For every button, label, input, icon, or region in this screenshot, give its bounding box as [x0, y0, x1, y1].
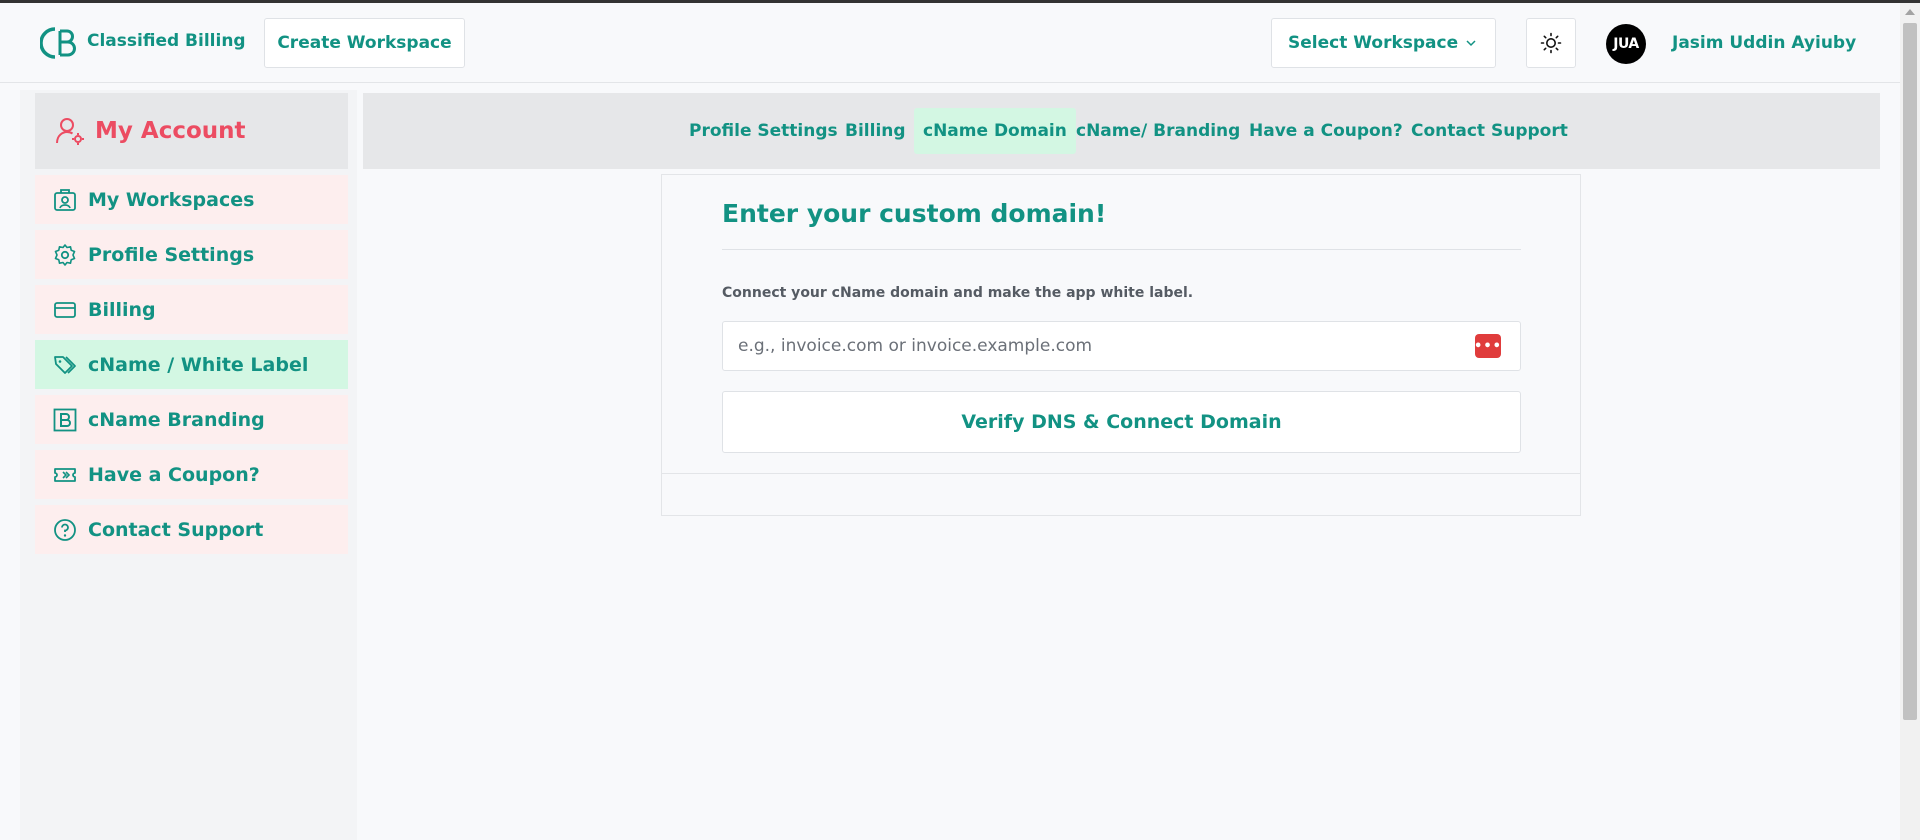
sidebar: My Account My Workspaces Profile Setting… — [20, 90, 357, 840]
credit-card-icon — [53, 298, 77, 322]
sidebar-item-label: Profile Settings — [88, 243, 255, 266]
sidebar-item-label: Have a Coupon? — [88, 463, 260, 486]
domain-input[interactable] — [723, 322, 1463, 370]
scroll-up-arrow-icon[interactable] — [1905, 9, 1915, 15]
sidebar-item-label: cName / White Label — [88, 353, 309, 376]
sidebar-item-cname-branding[interactable]: cName Branding — [35, 395, 348, 444]
main-content: Profile Settings Billing cName Domain cN… — [363, 90, 1880, 840]
tab-profile-settings[interactable]: Profile Settings — [680, 108, 847, 154]
ticket-icon — [53, 463, 77, 487]
sidebar-item-profile-settings[interactable]: Profile Settings — [35, 230, 348, 279]
sidebar-header: My Account — [35, 93, 348, 169]
sidebar-item-have-a-coupon[interactable]: Have a Coupon? — [35, 450, 348, 499]
brand-logo-icon[interactable] — [40, 25, 78, 61]
workspaces-icon — [53, 188, 77, 212]
brand-name[interactable]: Classified Billing — [87, 31, 246, 51]
user-name[interactable]: Jasim Uddin Ayiuby — [1672, 33, 1856, 53]
avatar[interactable]: JUA — [1606, 24, 1646, 64]
sidebar-item-label: Billing — [88, 298, 156, 321]
help-circle-icon — [53, 518, 77, 542]
sidebar-title: My Account — [95, 118, 246, 144]
select-workspace-label: Select Workspace — [1288, 33, 1459, 53]
page-scrollbar[interactable] — [1900, 3, 1920, 840]
tab-contact-support[interactable]: Contact Support — [1402, 108, 1577, 154]
tags-icon — [53, 353, 77, 377]
tab-cname-branding[interactable]: cName/ Branding — [1067, 108, 1249, 154]
sidebar-item-label: My Workspaces — [88, 188, 255, 211]
user-settings-icon — [56, 118, 84, 145]
tab-billing[interactable]: Billing — [836, 108, 915, 154]
custom-domain-card: Enter your custom domain! Connect your c… — [661, 174, 1581, 474]
domain-input-container: ••• — [722, 321, 1521, 371]
sidebar-item-my-workspaces[interactable]: My Workspaces — [35, 175, 348, 224]
sidebar-item-billing[interactable]: Billing — [35, 285, 348, 334]
gear-icon — [53, 243, 77, 267]
password-manager-icon[interactable]: ••• — [1474, 334, 1501, 358]
card-footer — [661, 474, 1581, 516]
sidebar-item-contact-support[interactable]: Contact Support — [35, 505, 348, 554]
create-workspace-button[interactable]: Create Workspace — [264, 18, 465, 68]
sidebar-item-label: Contact Support — [88, 518, 264, 541]
top-header: Classified Billing Create Workspace Sele… — [0, 3, 1900, 83]
tab-cname-domain[interactable]: cName Domain — [914, 108, 1076, 154]
tab-have-a-coupon[interactable]: Have a Coupon? — [1240, 108, 1412, 154]
settings-tabs: Profile Settings Billing cName Domain cN… — [363, 93, 1880, 169]
divider — [722, 249, 1521, 250]
verify-dns-connect-domain-button[interactable]: Verify DNS & Connect Domain — [722, 391, 1521, 453]
card-description: Connect your cName domain and make the a… — [722, 285, 1194, 301]
select-workspace-dropdown[interactable]: Select Workspace — [1271, 18, 1496, 68]
chevron-down-icon — [1466, 40, 1476, 47]
theme-toggle-button[interactable] — [1526, 18, 1576, 68]
sidebar-item-label: cName Branding — [88, 408, 265, 431]
sidebar-item-cname-white-label[interactable]: cName / White Label — [35, 340, 348, 389]
sun-icon — [1540, 32, 1562, 54]
card-title: Enter your custom domain! — [722, 199, 1107, 228]
scrollbar-thumb[interactable] — [1903, 23, 1917, 720]
branding-b-icon — [53, 408, 77, 432]
